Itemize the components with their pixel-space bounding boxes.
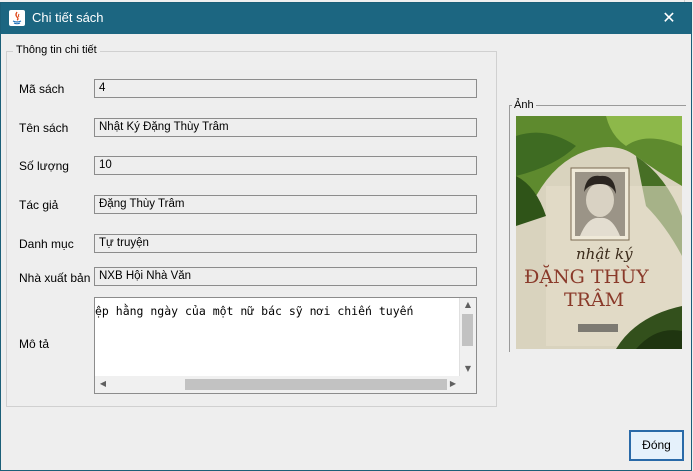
- publisher-label: Nhà xuất bản: [19, 271, 91, 285]
- cover-title-line1: nhật ký: [576, 245, 633, 263]
- book-title-field[interactable]: Nhật Ký Đặng Thùy Trâm: [94, 118, 477, 137]
- author-label: Tác giả: [19, 198, 59, 212]
- java-app-icon: [9, 10, 25, 26]
- close-icon: ✕: [662, 8, 676, 27]
- scroll-left-icon[interactable]: ◀: [95, 379, 111, 388]
- book-id-field[interactable]: 4: [94, 79, 477, 98]
- publisher-field[interactable]: NXB Hội Nhà Văn: [94, 267, 477, 286]
- image-panel: Ảnh nhật ký ĐẶNG THÙY TRÂM: [509, 99, 686, 352]
- group-title: Thông tin chi tiết: [13, 44, 100, 56]
- horizontal-scroll-thumb[interactable]: [185, 379, 447, 390]
- close-dialog-button[interactable]: Đóng: [629, 430, 684, 461]
- window-title: Chi tiết sách: [32, 10, 104, 25]
- title-bar[interactable]: Chi tiết sách ✕: [1, 3, 691, 34]
- category-field[interactable]: Tự truyện: [94, 234, 477, 253]
- scroll-corner: [460, 376, 476, 393]
- description-text: ệp hằng ngày của một nữ bác sỹ nơi chiến…: [95, 304, 414, 318]
- quantity-label: Số lượng: [19, 159, 69, 173]
- book-detail-dialog: Chi tiết sách ✕ Thông tin chi tiết Mã sá…: [0, 2, 692, 471]
- scroll-up-icon[interactable]: ▲: [460, 300, 476, 309]
- detail-info-group: Thông tin chi tiết Mã sách 4 Tên sách Nh…: [6, 44, 497, 407]
- scroll-down-icon[interactable]: ▼: [460, 364, 476, 373]
- category-label: Danh mục: [19, 237, 74, 251]
- cover-title-line2: ĐẶNG THÙY: [524, 265, 649, 288]
- book-cover-image: nhật ký ĐẶNG THÙY TRÂM: [516, 116, 682, 349]
- description-textarea[interactable]: ệp hằng ngày của một nữ bác sỹ nơi chiến…: [94, 297, 477, 394]
- close-window-button[interactable]: ✕: [647, 3, 691, 34]
- book-title-label: Tên sách: [19, 121, 69, 135]
- cover-title-line3: TRÂM: [564, 288, 624, 311]
- author-field[interactable]: Đặng Thùy Trâm: [94, 195, 477, 214]
- vertical-scrollbar[interactable]: ▲ ▼: [459, 298, 476, 377]
- horizontal-scrollbar[interactable]: ◀ ▶: [95, 376, 461, 393]
- vertical-scroll-thumb[interactable]: [462, 314, 473, 346]
- quantity-field[interactable]: 10: [94, 156, 477, 175]
- image-panel-title: Ảnh: [512, 99, 536, 111]
- scroll-right-icon[interactable]: ▶: [445, 379, 461, 388]
- book-id-label: Mã sách: [19, 82, 65, 96]
- description-label: Mô tả: [19, 337, 50, 351]
